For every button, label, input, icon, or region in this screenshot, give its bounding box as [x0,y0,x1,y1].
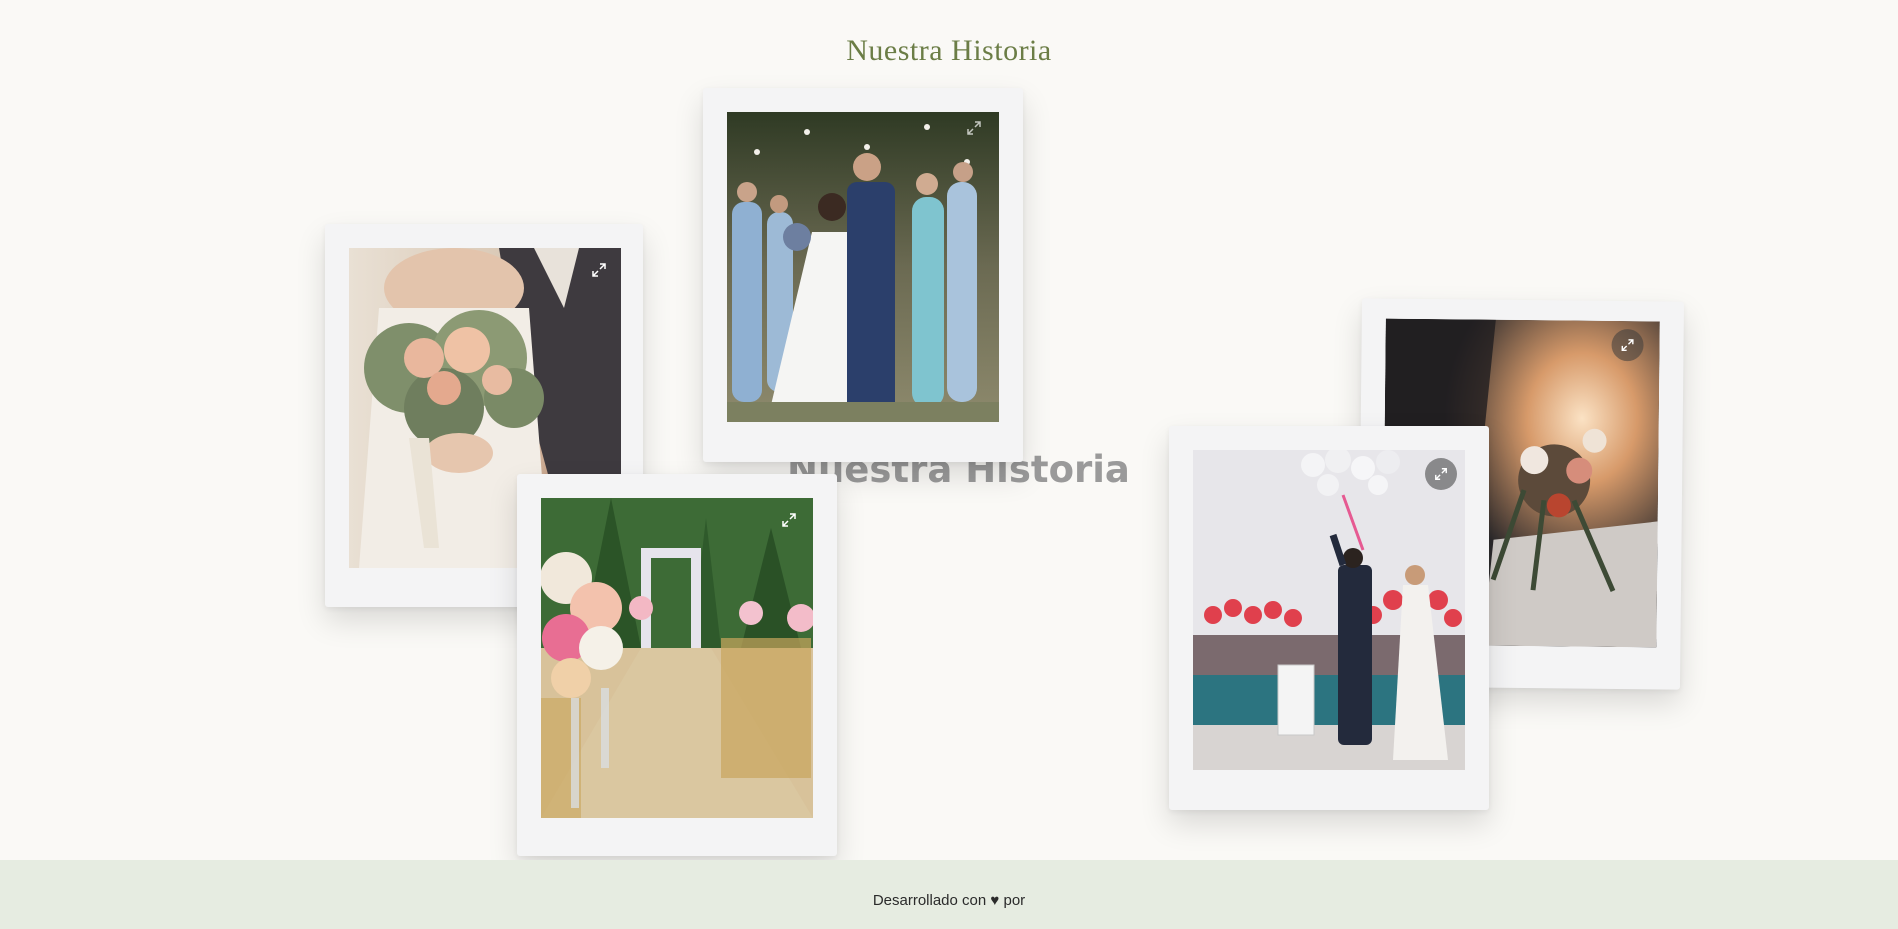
couple-kiss-photo[interactable] [727,112,999,422]
expand-button[interactable] [773,504,805,536]
expand-icon [592,263,606,277]
heart-icon: ♥ [990,892,1000,909]
expand-icon [1435,468,1447,480]
page-title: Nuestra Historia [846,34,1052,67]
footer: Desarrollado con ♥ por [0,860,1898,929]
photo-card-flower-aisle[interactable] [517,474,837,856]
expand-icon [782,513,796,527]
expand-icon [1621,339,1634,352]
flower-aisle-photo[interactable] [541,498,813,818]
expand-button[interactable] [583,254,615,286]
footer-text-before: Desarrollado con [872,892,987,909]
page: Nuestra Historia Nuestra Historia Desarr… [0,0,1898,929]
expand-button[interactable] [1425,458,1457,490]
couple-balloons-photo[interactable] [1193,450,1465,770]
footer-text-after: por [1003,892,1026,909]
expand-button[interactable] [1611,328,1644,362]
photo-card-couple-kiss[interactable] [703,88,1023,462]
footer-credit: Desarrollado con ♥ por [0,892,1898,909]
photo-card-couple-balloons[interactable] [1169,426,1489,810]
expand-button[interactable] [958,112,990,144]
expand-icon [967,121,981,135]
